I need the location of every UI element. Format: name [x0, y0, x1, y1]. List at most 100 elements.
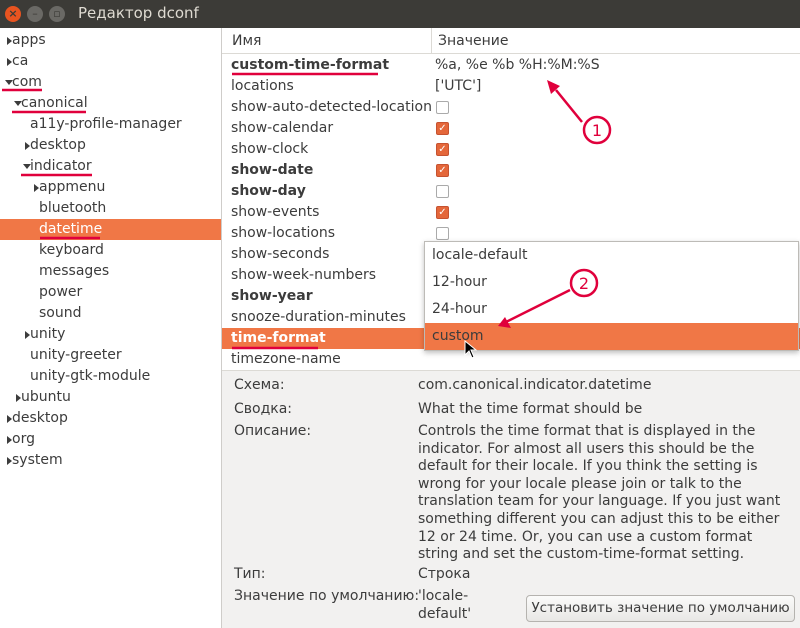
default-label: Значение по умолчанию: — [234, 588, 420, 604]
time-format-dropdown[interactable]: locale-default 12-hour 24-hour custom — [424, 241, 799, 351]
key-name: timezone-name — [231, 351, 341, 367]
tree-item-label: unity — [30, 326, 66, 342]
tree-item-sound[interactable]: sound — [0, 303, 221, 324]
key-name: show-year — [231, 288, 313, 304]
tree-item-canonical[interactable]: canonical — [0, 93, 221, 114]
tree-item-keyboard[interactable]: keyboard — [0, 240, 221, 261]
key-row-show-calendar[interactable]: show-calendar ✓ — [222, 118, 800, 139]
key-name: time-format — [231, 330, 326, 346]
key-name: show-clock — [231, 141, 309, 157]
title-bar: × – ▫ Редактор dconf — [0, 0, 800, 28]
key-row-locations[interactable]: locations ['UTC'] — [222, 76, 800, 97]
close-icon[interactable]: × — [5, 6, 21, 22]
checkbox-unchecked[interactable] — [436, 185, 449, 198]
maximize-icon[interactable]: ▫ — [49, 6, 65, 22]
key-name: show-week-numbers — [231, 267, 377, 283]
window-title: Редактор dconf — [78, 4, 199, 22]
key-row-show-clock[interactable]: show-clock ✓ — [222, 139, 800, 160]
key-value[interactable]: %a, %e %b %H:%M:%S — [435, 55, 600, 76]
key-name: locations — [231, 78, 294, 94]
tree-item-unity-greeter[interactable]: unity-greeter — [0, 345, 221, 366]
tree-item-desktop[interactable]: desktop — [0, 408, 221, 429]
tree-item-label: keyboard — [39, 242, 104, 258]
tree-item-label: power — [39, 284, 83, 300]
key-name: show-seconds — [231, 246, 330, 262]
checkbox-checked[interactable]: ✓ — [436, 143, 449, 156]
key-row-timezone-name[interactable]: timezone-name — [222, 349, 800, 370]
type-value: Строка — [418, 566, 471, 582]
checkbox-checked[interactable]: ✓ — [436, 164, 449, 177]
default-value-line1: 'locale- — [418, 588, 469, 604]
mouse-cursor-icon — [464, 340, 478, 359]
column-header-value[interactable]: Значение — [432, 28, 800, 54]
tree-item-messages[interactable]: messages — [0, 261, 221, 282]
tree-item-label: system — [12, 452, 63, 468]
schema-value: com.canonical.indicator.datetime — [418, 377, 652, 393]
tree-item-a11y-profile-manager[interactable]: a11y-profile-manager — [0, 114, 221, 135]
column-header-name[interactable]: Имя — [222, 28, 432, 54]
checkbox-unchecked[interactable] — [436, 227, 449, 240]
dropdown-option-12-hour[interactable]: 12-hour — [425, 269, 798, 296]
tree-item-label: ubuntu — [21, 389, 71, 405]
key-row-show-events[interactable]: show-events ✓ — [222, 202, 800, 223]
key-row-show-auto-detected-location[interactable]: show-auto-detected-location — [222, 97, 800, 118]
checkbox-checked[interactable]: ✓ — [436, 122, 449, 135]
dropdown-option-custom[interactable]: custom — [425, 323, 798, 350]
key-name: show-day — [231, 183, 306, 199]
tree-item-label: bluetooth — [39, 200, 107, 216]
tree-item-label: desktop — [30, 137, 86, 153]
tree-item-org[interactable]: org — [0, 429, 221, 450]
tree-item-label: org — [12, 431, 35, 447]
key-name: show-events — [231, 204, 320, 220]
tree-item-label: unity-greeter — [30, 347, 122, 363]
checkbox-unchecked[interactable] — [436, 101, 449, 114]
key-details-panel: Схема: com.canonical.indicator.datetime … — [222, 370, 800, 628]
tree-item-label: desktop — [12, 410, 68, 426]
set-default-button[interactable]: Установить значение по умолчанию — [526, 595, 795, 622]
tree-item-label: messages — [39, 263, 110, 279]
tree-item-ca[interactable]: ca — [0, 51, 221, 72]
tree-item-label: sound — [39, 305, 82, 321]
tree-item-label: canonical — [21, 95, 88, 111]
tree-item-label: apps — [12, 32, 46, 48]
tree-item-apps[interactable]: apps — [0, 30, 221, 51]
tree-item-bluetooth[interactable]: bluetooth — [0, 198, 221, 219]
tree-item-datetime[interactable]: datetime — [0, 219, 221, 240]
summary-value: What the time format should be — [418, 401, 643, 417]
type-label: Тип: — [234, 566, 266, 582]
dropdown-option-locale-default[interactable]: locale-default — [425, 242, 798, 269]
default-value-line2: default' — [418, 606, 472, 622]
summary-label: Сводка: — [234, 401, 293, 417]
tree-item-label: appmenu — [39, 179, 106, 195]
dropdown-option-24-hour[interactable]: 24-hour — [425, 296, 798, 323]
tree-item-indicator[interactable]: indicator — [0, 156, 221, 177]
tree-item-power[interactable]: power — [0, 282, 221, 303]
tree-item-label: datetime — [39, 221, 103, 237]
key-row-show-day[interactable]: show-day — [222, 181, 800, 202]
tree-item-label: unity-gtk-module — [30, 368, 151, 384]
description-label: Описание: — [234, 423, 312, 439]
schema-label: Схема: — [234, 377, 285, 393]
key-name: show-calendar — [231, 120, 334, 136]
minimize-icon[interactable]: – — [27, 6, 43, 22]
tree-item-ubuntu[interactable]: ubuntu — [0, 387, 221, 408]
tree-item-label: a11y-profile-manager — [30, 116, 182, 132]
key-row-show-date[interactable]: show-date ✓ — [222, 160, 800, 181]
key-name: show-auto-detected-location — [231, 99, 432, 115]
tree-item-unity[interactable]: unity — [0, 324, 221, 345]
key-name: show-date — [231, 162, 314, 178]
key-value[interactable]: ['UTC'] — [435, 76, 481, 97]
key-row-custom-time-format[interactable]: custom-time-format %a, %e %b %H:%M:%S — [222, 55, 800, 76]
tree-item-label: com — [12, 74, 42, 90]
tree-item-unity-gtk-module[interactable]: unity-gtk-module — [0, 366, 221, 387]
key-name: custom-time-format — [231, 57, 390, 73]
checkbox-checked[interactable]: ✓ — [436, 206, 449, 219]
tree-item-appmenu[interactable]: appmenu — [0, 177, 221, 198]
description-value: Controls the time format that is display… — [418, 423, 781, 563]
tree-item-desktop[interactable]: desktop — [0, 135, 221, 156]
tree-item-system[interactable]: system — [0, 450, 221, 471]
key-name: show-locations — [231, 225, 336, 241]
tree-item-label: indicator — [30, 158, 92, 174]
tree-item-label: ca — [12, 53, 29, 69]
tree-item-com[interactable]: com — [0, 72, 221, 93]
